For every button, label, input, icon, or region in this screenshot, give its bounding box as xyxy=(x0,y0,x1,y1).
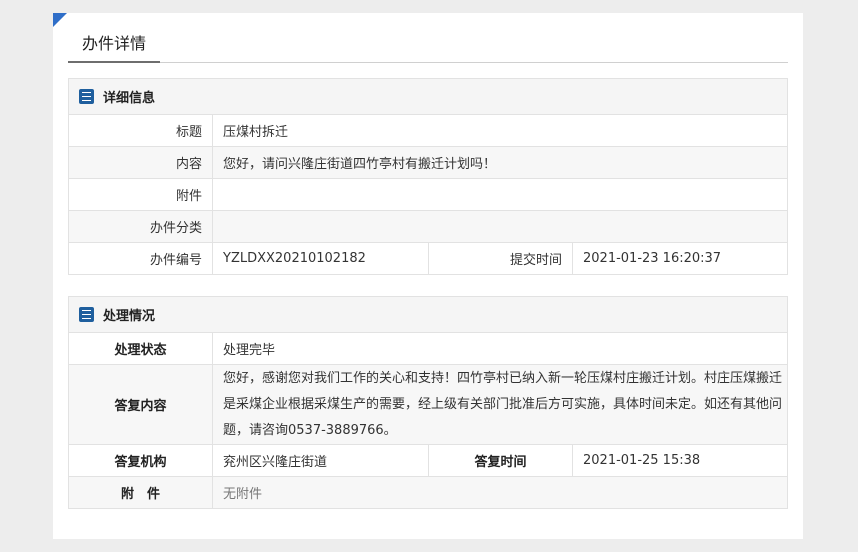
title-value: 压煤村拆迁 xyxy=(223,125,289,140)
handling-section-header: 处理情况 xyxy=(69,297,787,333)
number-value: YZLDXX20210102182 xyxy=(213,243,429,274)
handling-section-title: 处理情况 xyxy=(103,309,156,324)
content-value: 您好，请问兴隆庄街道四竹亭村有搬迁计划吗！ xyxy=(223,157,497,172)
row-category: 办件分类 xyxy=(69,211,787,243)
row-content: 内容 您好，请问兴隆庄街道四竹亭村有搬迁计划吗！ xyxy=(69,147,787,179)
category-label: 办件分类 xyxy=(69,211,213,242)
content-label: 内容 xyxy=(69,147,213,178)
page-title: 办件详情 xyxy=(68,29,161,63)
category-value xyxy=(213,211,787,242)
detail-panel: 办件详情 详细信息 标题 压煤村拆迁 内容 您好，请问兴隆庄街道四竹亭村有搬迁计… xyxy=(53,13,803,539)
row-reply: 答复内容 您好，感谢您对我们工作的关心和支持！四竹亭村已纳入新一轮压煤村庄搬迁计… xyxy=(69,365,787,445)
org-value: 兖州区兴隆庄街道 xyxy=(213,445,429,476)
page-title-bar: 办件详情 xyxy=(68,29,788,63)
reply-content: 您好，感谢您对我们工作的关心和支持！四竹亭村已纳入新一轮压煤村庄搬迁计划。村庄压… xyxy=(223,370,783,438)
reply-time-value: 2021-01-25 15:38 xyxy=(583,453,701,468)
detail-section: 详细信息 标题 压煤村拆迁 内容 您好，请问兴隆庄街道四竹亭村有搬迁计划吗！ 附… xyxy=(68,78,788,275)
status-value: 处理完毕 xyxy=(223,343,276,358)
row-title: 标题 压煤村拆迁 xyxy=(69,115,787,147)
attachment-label: 附件 xyxy=(69,179,213,210)
handling-section: 处理情况 处理状态 处理完毕 答复内容 您好，感谢您对我们工作的关心和支持！四竹… xyxy=(68,296,788,509)
title-label: 标题 xyxy=(69,115,213,146)
status-label: 处理状态 xyxy=(69,333,213,364)
row-handling-attachment: 附 件 无附件 xyxy=(69,477,787,508)
org-label: 答复机构 xyxy=(69,445,213,476)
row-org: 答复机构 兖州区兴隆庄街道 答复时间 2021-01-25 15:38 xyxy=(69,445,787,477)
document-list-icon xyxy=(79,89,94,104)
row-number: 办件编号 YZLDXX20210102182 提交时间 2021-01-23 1… xyxy=(69,243,787,274)
attachment-value xyxy=(213,179,787,210)
reply-label: 答复内容 xyxy=(69,365,213,444)
document-list-icon xyxy=(79,307,94,322)
corner-marker xyxy=(53,13,67,27)
row-attachment: 附件 xyxy=(69,179,787,211)
handling-attachment-value: 无附件 xyxy=(223,487,263,502)
handling-attachment-label: 附 件 xyxy=(69,477,213,508)
detail-section-title: 详细信息 xyxy=(103,91,156,106)
submit-time-label: 提交时间 xyxy=(429,243,573,274)
detail-section-header: 详细信息 xyxy=(69,79,787,115)
submit-time-value: 2021-01-23 16:20:37 xyxy=(583,251,722,266)
reply-time-label: 答复时间 xyxy=(429,445,573,476)
row-status: 处理状态 处理完毕 xyxy=(69,333,787,365)
number-label: 办件编号 xyxy=(69,243,213,274)
